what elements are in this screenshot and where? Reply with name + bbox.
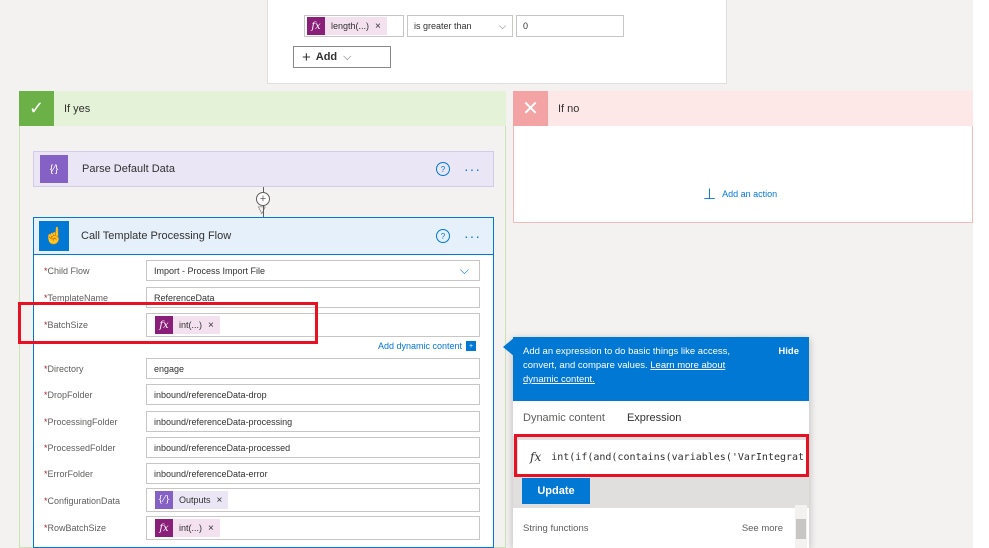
if-yes-header: ✓ If yes: [19, 91, 506, 126]
popup-header: Add an expression to do basic things lik…: [513, 337, 809, 401]
section-label: String functions: [523, 522, 589, 534]
drop-folder-input[interactable]: inbound/referenceData-drop: [146, 384, 480, 405]
configuration-data-input[interactable]: {⁄} Outputs ×: [146, 488, 480, 512]
more-options-icon[interactable]: ···: [464, 161, 481, 177]
field-label-processing-folder: *ProcessingFolder: [44, 417, 118, 427]
string-functions-row: String functions See more: [513, 508, 809, 548]
help-icon[interactable]: ?: [436, 162, 450, 176]
call-action-title: Call Template Processing Flow: [81, 230, 232, 242]
row-batch-size-input[interactable]: fx int(...) ×: [146, 516, 480, 540]
chevron-down-icon: ⌵: [459, 263, 469, 277]
tab-dynamic-content[interactable]: Dynamic content: [523, 412, 605, 424]
expression-token[interactable]: fx int(...) ×: [155, 519, 220, 537]
if-no-label: If no: [558, 102, 580, 115]
child-flow-select[interactable]: Import - Process Import File ⌵: [146, 260, 480, 281]
field-label-drop-folder: *DropFolder: [44, 390, 93, 400]
more-options-icon[interactable]: ···: [464, 228, 481, 244]
add-action-link[interactable]: ⊥ Add an action: [703, 185, 777, 203]
chevron-down-icon: ⌵: [499, 20, 506, 31]
remove-token-icon[interactable]: ×: [375, 21, 381, 32]
if-no-header: ✕ If no: [513, 91, 973, 126]
highlight-box-expression: [514, 434, 809, 477]
if-yes-label: If yes: [64, 102, 91, 115]
processing-folder-input[interactable]: inbound/referenceData-processing: [146, 411, 480, 432]
parse-default-data-card[interactable]: {⁄} Parse Default Data ? ···: [33, 151, 494, 187]
add-dynamic-content-link[interactable]: Add dynamic content +: [378, 341, 477, 351]
directory-input[interactable]: engage: [146, 358, 480, 379]
field-label-processed-folder: *ProcessedFolder: [44, 443, 116, 453]
insert-step-icon[interactable]: +: [256, 192, 270, 206]
parse-action-title: Parse Default Data: [82, 163, 175, 175]
condition-operator-select[interactable]: is greater than ⌵: [407, 15, 513, 37]
help-icon[interactable]: ?: [436, 229, 450, 243]
see-more-link[interactable]: See more: [742, 523, 783, 534]
data-operation-icon: {⁄}: [40, 155, 68, 183]
popup-tabs: Dynamic content Expression: [513, 401, 809, 435]
field-label-error-folder: *ErrorFolder: [44, 469, 94, 479]
data-operation-icon: {⁄}: [155, 491, 173, 509]
outputs-token[interactable]: {⁄} Outputs ×: [155, 491, 229, 509]
remove-token-icon[interactable]: ×: [217, 495, 223, 506]
arrow-down-icon: ▽: [258, 205, 266, 216]
highlight-box-batch-size: [18, 302, 318, 344]
chevron-down-icon: ⌵: [343, 50, 352, 63]
add-condition-button[interactable]: + Add ⌵: [293, 46, 391, 68]
condition-left-operand[interactable]: fx length(...) ×: [304, 15, 404, 37]
update-button[interactable]: Update: [522, 478, 590, 504]
call-template-header[interactable]: ☝ Call Template Processing Flow ? ···: [33, 217, 494, 255]
expression-token[interactable]: fx length(...) ×: [307, 17, 387, 35]
field-label-directory: *Directory: [44, 364, 84, 374]
hide-button[interactable]: Hide: [778, 345, 799, 387]
field-label-row-batch-size: *RowBatchSize: [44, 523, 107, 533]
field-label-configuration-data: *ConfigurationData: [44, 496, 121, 506]
child-flow-icon: ☝: [39, 221, 69, 251]
tab-expression[interactable]: Expression: [627, 412, 681, 424]
add-action-icon: ⊥: [703, 186, 717, 203]
error-folder-input[interactable]: inbound/referenceData-error: [146, 463, 480, 484]
popup-scrollbar[interactable]: [795, 505, 807, 548]
checkmark-icon: ✓: [19, 91, 54, 126]
remove-token-icon[interactable]: ×: [208, 523, 214, 534]
close-icon: ✕: [513, 91, 548, 126]
scrollbar-thumb[interactable]: [796, 519, 806, 539]
field-label-child-flow: *Child Flow: [44, 266, 90, 276]
dynamic-content-icon: +: [466, 341, 477, 351]
condition-card: [267, 0, 727, 84]
condition-right-operand[interactable]: 0: [516, 15, 624, 37]
processed-folder-input[interactable]: inbound/referenceData-processed: [146, 437, 480, 458]
function-icon: fx: [307, 17, 325, 35]
function-icon: fx: [155, 519, 173, 537]
plus-icon: +: [302, 48, 311, 66]
